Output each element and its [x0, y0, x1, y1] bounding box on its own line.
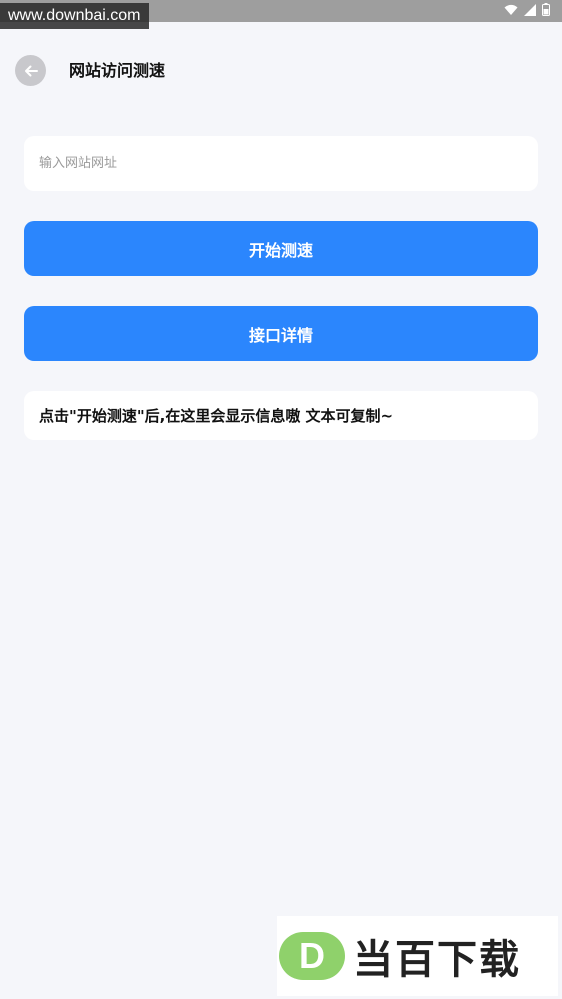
battery-icon	[542, 3, 550, 16]
header: 网站访问测速	[0, 50, 562, 94]
brand-watermark: D 当百下载	[277, 916, 558, 996]
site-watermark: www.downbai.com	[0, 3, 149, 29]
signal-icon	[524, 3, 536, 16]
arrow-left-icon	[24, 65, 38, 76]
brand-name: 当百下载	[353, 937, 521, 983]
result-text[interactable]: 点击"开始测速"后,在这里会显示信息嗷 文本可复制~	[39, 405, 393, 426]
api-details-button[interactable]: 接口详情	[24, 306, 538, 361]
screen: www.downbai.com 网站访问测速 开始测速 接口详情 点击"开始测速…	[0, 0, 562, 999]
status-icons	[504, 3, 550, 16]
page-title: 网站访问测速	[69, 61, 166, 80]
brand-logo-icon: D	[279, 932, 345, 980]
result-card: 点击"开始测速"后,在这里会显示信息嗷 文本可复制~	[24, 391, 538, 440]
url-input[interactable]	[24, 136, 538, 191]
back-button[interactable]	[15, 55, 46, 86]
url-input-card	[24, 136, 538, 191]
wifi-icon	[504, 4, 518, 15]
start-test-button[interactable]: 开始测速	[24, 221, 538, 276]
